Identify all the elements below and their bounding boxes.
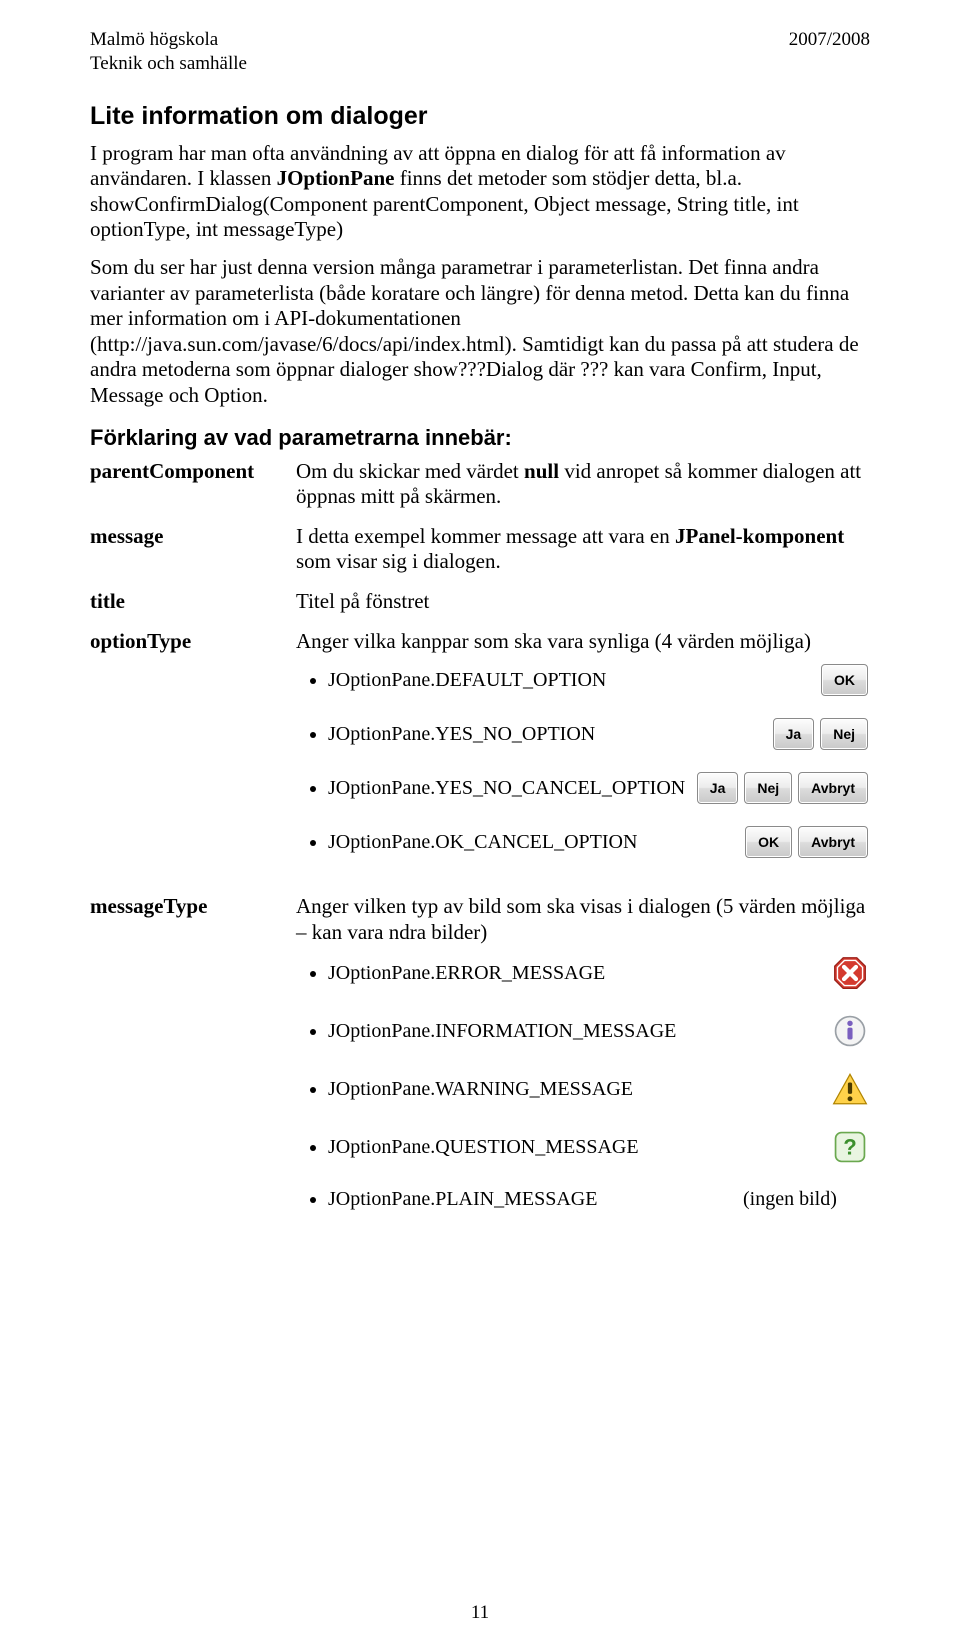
param-label-title: title xyxy=(90,589,290,615)
param-label-optiontype: optionType xyxy=(90,629,290,881)
dialog-button-no: Nej xyxy=(820,718,868,750)
dialog-button-no: Nej xyxy=(744,772,792,804)
body-paragraph: Som du ser har just denna version många … xyxy=(90,255,870,409)
option-key: JOptionPane.INFORMATION_MESSAGE xyxy=(328,1019,676,1043)
optiontype-list: JOptionPane.DEFAULT_OPTION OK JOptionPan… xyxy=(328,664,870,858)
param-desc-title: Titel på fönstret xyxy=(296,589,870,615)
list-item: JOptionPane.QUESTION_MESSAGE ? xyxy=(328,1129,870,1165)
option-key: JOptionPane.YES_NO_CANCEL_OPTION xyxy=(328,776,685,800)
header-left-2: Teknik och samhälle xyxy=(90,53,247,74)
list-item: JOptionPane.DEFAULT_OPTION OK xyxy=(328,664,870,696)
list-item: JOptionPane.WARNING_MESSAGE xyxy=(328,1071,870,1107)
param-desc-parentcomponent: Om du skickar med värdet null vid anrope… xyxy=(296,459,870,510)
header-left-1: Malmö högskola xyxy=(90,28,218,52)
option-key: JOptionPane.WARNING_MESSAGE xyxy=(328,1077,633,1101)
list-item: JOptionPane.INFORMATION_MESSAGE xyxy=(328,1013,870,1049)
parameter-table: parentComponent Om du skickar med värdet… xyxy=(90,459,870,1234)
dialog-button-yes: Ja xyxy=(697,772,739,804)
list-item: JOptionPane.PLAIN_MESSAGE (ingen bild) xyxy=(328,1187,870,1211)
list-item: JOptionPane.YES_NO_CANCEL_OPTION Ja Nej … xyxy=(328,772,870,804)
option-key: JOptionPane.DEFAULT_OPTION xyxy=(328,668,606,692)
dialog-button-cancel: Avbryt xyxy=(798,772,868,804)
list-item: JOptionPane.ERROR_MESSAGE xyxy=(328,955,870,991)
list-item: JOptionPane.OK_CANCEL_OPTION OK Avbryt xyxy=(328,826,870,858)
param-desc-message: I detta exempel kommer message att vara … xyxy=(296,524,870,575)
section-heading: Lite information om dialoger xyxy=(90,102,870,131)
page-header: Malmö högskola 2007/2008 Teknik och samh… xyxy=(90,28,870,76)
option-key: JOptionPane.OK_CANCEL_OPTION xyxy=(328,830,637,854)
dialog-button-yes: Ja xyxy=(773,718,815,750)
warning-icon xyxy=(832,1071,868,1107)
dialog-button-ok: OK xyxy=(745,826,792,858)
option-key: JOptionPane.PLAIN_MESSAGE xyxy=(328,1187,738,1211)
intro-paragraph: I program har man ofta användning av att… xyxy=(90,141,870,243)
page-number: 11 xyxy=(90,1602,870,1624)
dialog-button-cancel: Avbryt xyxy=(798,826,868,858)
dialog-button-ok: OK xyxy=(821,664,868,696)
list-item: JOptionPane.YES_NO_OPTION Ja Nej xyxy=(328,718,870,750)
param-label-message: message xyxy=(90,524,290,575)
option-key: JOptionPane.ERROR_MESSAGE xyxy=(328,961,605,985)
svg-text:?: ? xyxy=(843,1135,857,1160)
header-right: 2007/2008 xyxy=(789,28,870,52)
param-desc-optiontype: Anger vilka kanppar som ska vara synliga… xyxy=(296,629,870,881)
option-key: JOptionPane.YES_NO_OPTION xyxy=(328,722,595,746)
param-label-parentcomponent: parentComponent xyxy=(90,459,290,510)
option-key: JOptionPane.QUESTION_MESSAGE xyxy=(328,1135,639,1159)
subsection-heading: Förklaring av vad parametrarna innebär: xyxy=(90,425,870,451)
param-desc-messagetype: Anger vilken typ av bild som ska visas i… xyxy=(296,894,870,1233)
question-icon: ? xyxy=(832,1129,868,1165)
error-icon xyxy=(832,955,868,991)
param-label-messagetype: messageType xyxy=(90,894,290,1233)
info-icon xyxy=(832,1013,868,1049)
messagetype-list: JOptionPane.ERROR_MESSAGE JOptionPane.IN… xyxy=(328,955,870,1211)
option-trail: (ingen bild) xyxy=(743,1188,837,1210)
